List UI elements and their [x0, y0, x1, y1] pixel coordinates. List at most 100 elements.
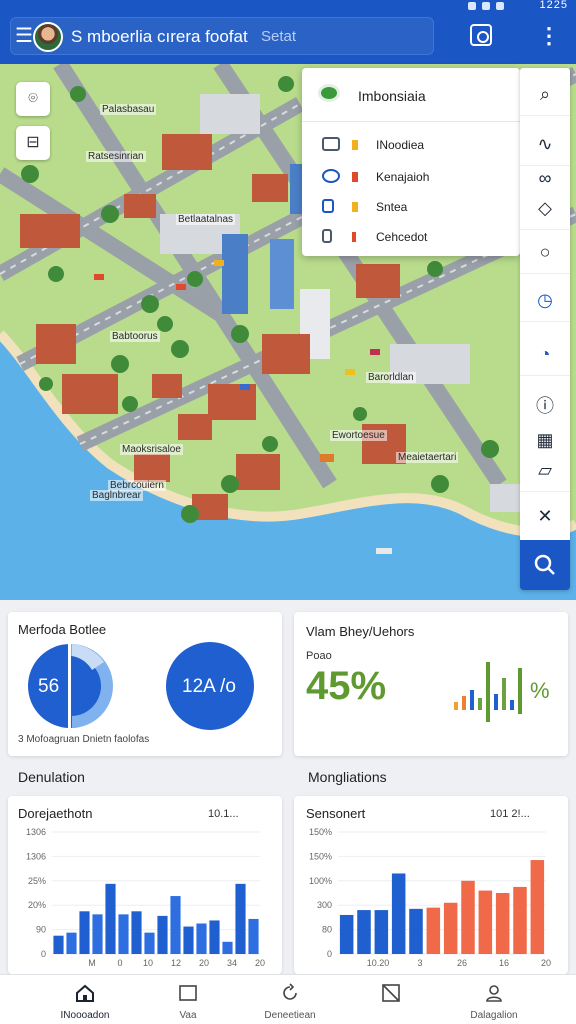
nav-item-crop[interactable] — [343, 975, 439, 1024]
location-dropdown: Imbonsiaia INoodiea Kenajaioh Sntea Cehc… — [302, 68, 520, 256]
section-title: Denulation — [18, 769, 85, 785]
nav-item-view[interactable]: Vaa — [140, 975, 236, 1024]
search-query: S mboerlia cırera foofat — [71, 27, 248, 46]
crop-icon — [382, 984, 400, 1002]
chart-bar — [426, 907, 441, 954]
compass-icon[interactable]: ◔ — [520, 332, 570, 376]
user-icon — [486, 985, 502, 1002]
x-tick-label: 10 — [143, 958, 153, 968]
map-label: Ewortoesue — [330, 430, 387, 441]
percent-value: 45% — [306, 664, 387, 708]
y-tick-label: 25% — [28, 876, 46, 886]
dropdown-title: Imbonsiaia — [358, 88, 426, 104]
y-tick-label: 150% — [309, 827, 332, 837]
map-label: Palasbasau — [100, 104, 157, 115]
x-tick-label: 16 — [499, 958, 509, 968]
location-icon[interactable] — [470, 24, 492, 46]
marker-icon — [352, 202, 358, 212]
dropdown-item[interactable]: Sntea — [302, 192, 520, 222]
chart-bar — [374, 910, 389, 954]
chart-bar — [478, 890, 493, 954]
map-label: Barorldlan — [366, 372, 416, 383]
mini-chart-unit: % — [530, 678, 550, 703]
bottom-navigation: INoooadon Vaa Deneetiean Dalagalion — [0, 974, 576, 1024]
search-icon[interactable]: ⌕ — [520, 72, 570, 116]
y-tick-label: 1306 — [26, 851, 46, 861]
search-button[interactable] — [520, 540, 570, 590]
chart-bar — [144, 932, 155, 954]
chart-bar — [131, 911, 142, 954]
marker-icon — [352, 172, 358, 182]
chart-bar — [66, 932, 77, 954]
y-tick-label: 100% — [309, 876, 332, 886]
search-bar[interactable]: ☰ S mboerlia cırera foofat Setat — [10, 17, 434, 55]
map-label: Meaietaertari — [396, 452, 459, 463]
y-tick-label: 300 — [317, 900, 332, 910]
x-tick-label: 3 — [417, 958, 422, 968]
map-label: Maoksrisaloe — [120, 444, 183, 455]
nav-label: Vaa — [179, 1010, 197, 1021]
avatar[interactable] — [33, 22, 63, 52]
y-tick-label: 0 — [327, 949, 332, 959]
pin-icon — [322, 199, 334, 213]
chart-bar — [170, 896, 181, 954]
layers-button[interactable]: ⊟ — [16, 126, 50, 160]
flag-icon — [318, 84, 340, 102]
eye-icon — [322, 169, 340, 183]
chart-bar — [339, 914, 354, 954]
nav-item-profile[interactable]: Dalagalion — [446, 975, 542, 1024]
chart-bar — [183, 926, 194, 954]
refresh-icon — [283, 983, 297, 1000]
chart-bar — [209, 920, 220, 954]
chart-bar — [53, 935, 64, 954]
dropdown-item[interactable]: Kenajaioh — [302, 162, 520, 192]
chart-bar — [118, 914, 129, 954]
map-label: Ratsesinrian — [86, 151, 146, 162]
chart-bar — [409, 908, 423, 954]
nav-label: INoooadon — [60, 1010, 110, 1021]
menu-icon[interactable]: ☰ — [15, 25, 33, 47]
donut-value: 56 — [38, 676, 60, 697]
dropdown-header: Imbonsiaia — [302, 68, 520, 122]
y-tick-label: 80 — [322, 925, 332, 935]
nav-label: Deneetiean — [264, 1010, 316, 1021]
chart-bar — [105, 883, 116, 954]
chart-bar — [530, 860, 545, 954]
zoom-icon[interactable]: ○ — [520, 230, 570, 274]
status-time: 1225 — [539, 0, 568, 11]
y-tick-label: 150% — [309, 851, 332, 861]
timer-icon[interactable]: ◷ — [520, 278, 570, 322]
status-icons — [468, 2, 514, 10]
more-options-icon[interactable]: ⋮ — [538, 24, 560, 48]
search-icon — [534, 554, 555, 575]
nav-item-home[interactable]: INoooadon — [37, 975, 133, 1024]
nav-item-data[interactable]: Deneetiean — [242, 975, 338, 1024]
card-title: Vlam Bhey/Uehors — [306, 624, 415, 639]
dropdown-item-label: Kenajaioh — [376, 170, 430, 184]
chart-bar — [235, 883, 246, 954]
tag-icon[interactable]: ◇ — [520, 186, 570, 230]
y-tick-label: 90 — [36, 925, 46, 935]
layers-icon — [322, 137, 340, 151]
close-icon[interactable]: ✕ — [520, 494, 570, 538]
section-title: Mongliations — [308, 769, 387, 785]
dropdown-item[interactable]: INoodiea — [302, 130, 520, 160]
location-pin-button[interactable]: ⌾ — [16, 82, 50, 116]
square-icon — [179, 985, 197, 1001]
chart-bar — [222, 941, 233, 954]
marker-icon — [352, 232, 356, 242]
trend-icon[interactable]: ▱ — [520, 448, 570, 492]
x-tick-label: 20 — [255, 958, 265, 968]
chart-card: Dorejaethotn 10.1... 1306 1306 25% 20% 90 0 M 0… — [8, 796, 282, 974]
home-icon — [76, 984, 94, 1002]
card-sublabel: Poao — [306, 650, 332, 662]
chart-bar — [495, 893, 510, 954]
chart-bar — [357, 910, 371, 954]
chart-bar — [92, 914, 103, 954]
donut-value: 12A /o — [182, 676, 236, 697]
map-toolbar: ⌕ ∿ ∞ ◇ ○ ◷ ◔ ⓘ ▦ ▱ ✕ — [520, 68, 570, 590]
status-bar: 1225 — [0, 0, 576, 12]
dropdown-item[interactable]: Cehcedot — [302, 222, 520, 252]
chart-bar — [157, 915, 168, 954]
chart-bar — [443, 902, 458, 954]
